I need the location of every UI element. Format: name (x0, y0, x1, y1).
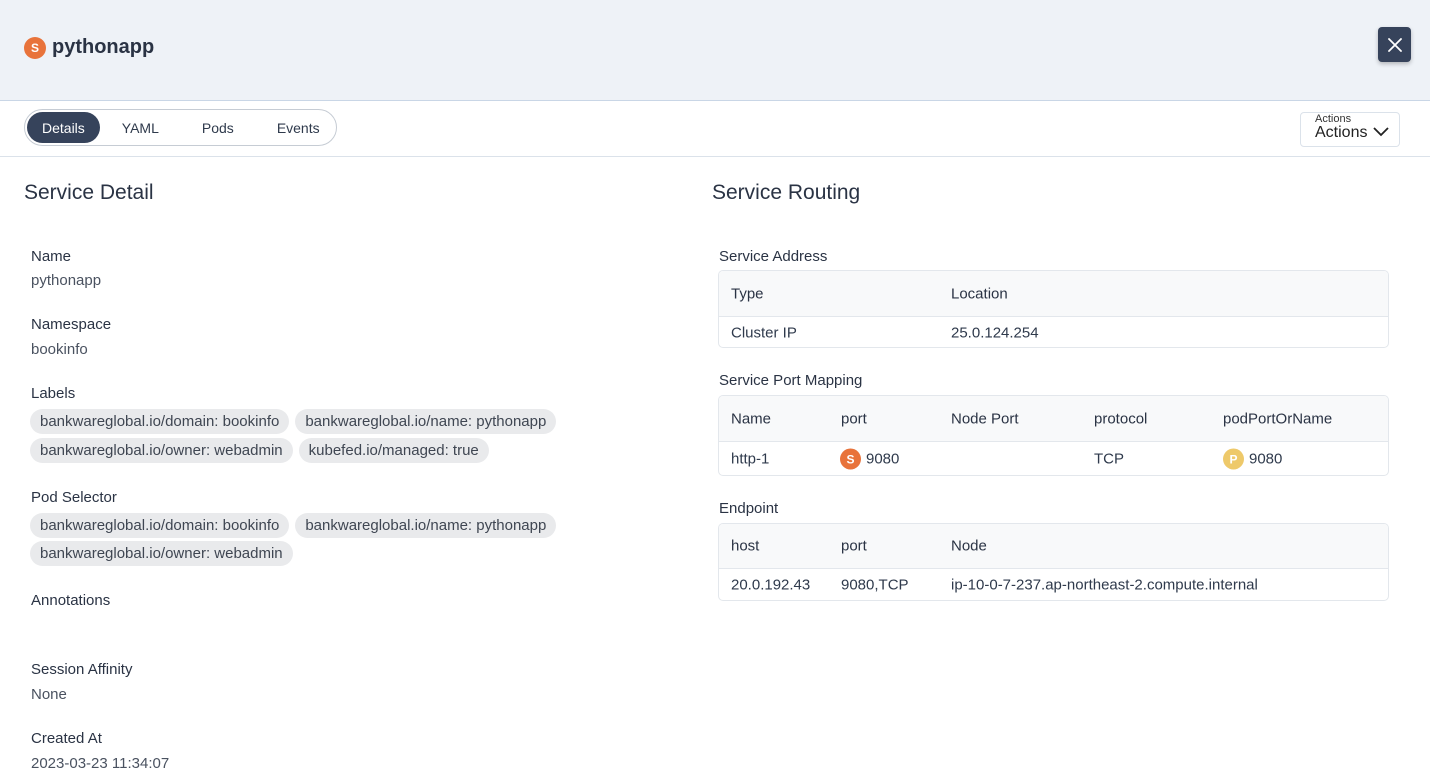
name-value: pythonapp (31, 272, 102, 289)
namespace-label: Namespace (31, 316, 112, 333)
service-kind-badge: S (24, 36, 46, 59)
label-chip: bankwareglobal.io/domain: bookinfo (30, 409, 290, 434)
endpoint-table: host port Node 20.0.192.43 9080,TCP ip-1… (718, 523, 1389, 601)
selector-chip: bankwareglobal.io/domain: bookinfo (30, 513, 290, 538)
service-address-title: Service Address (719, 248, 828, 265)
labels-row-2: bankwareglobal.io/owner: webadmin kubefe… (30, 438, 489, 463)
table-row: Cluster IP 25.0.124.254 (719, 317, 1388, 347)
label-chip: bankwareglobal.io/owner: webadmin (30, 438, 293, 463)
selector-chip: bankwareglobal.io/name: pythonapp (295, 513, 557, 538)
column-header: port (841, 537, 867, 555)
column-header: port (841, 410, 867, 427)
column-header: podPortOrName (1223, 410, 1333, 427)
created-at-label: Created At (31, 730, 102, 747)
pod-port-badge: P (1223, 448, 1244, 470)
tab-yaml[interactable]: YAML (100, 112, 181, 143)
created-at-value: 2023-03-23 11:34:07 (31, 755, 170, 772)
column-header: host (731, 537, 760, 555)
column-header: Location (951, 285, 1008, 302)
protocol-cell: TCP (1094, 450, 1124, 468)
column-header: Node (951, 537, 987, 555)
port-cell: S 9080 (840, 448, 900, 470)
table-cell: 25.0.124.254 (951, 324, 1039, 341)
port-mapping-title: Service Port Mapping (719, 372, 863, 389)
service-detail-title: Service Detail (24, 181, 154, 204)
endpoint-title: Endpoint (719, 500, 779, 517)
column-header: protocol (1094, 410, 1148, 427)
label-chip: kubefed.io/managed: true (298, 438, 489, 463)
tab-pods[interactable]: Pods (181, 112, 255, 143)
column-header: Node Port (951, 410, 1019, 427)
table-header: host port Node (719, 524, 1388, 569)
table-header: Type Location (719, 271, 1388, 317)
session-affinity-value: None (31, 686, 67, 703)
port-mapping-table: Name port Node Port protocol podPortOrNa… (718, 395, 1389, 476)
service-address-table: Type Location Cluster IP 25.0.124.254 (718, 270, 1389, 348)
label-chip: bankwareglobal.io/name: pythonapp (295, 409, 557, 434)
labels-label: Labels (31, 385, 76, 402)
table-row: http-1 S 9080 TCP P 9080 (719, 442, 1388, 475)
chevron-down-icon (1373, 127, 1389, 137)
selector-chip: bankwareglobal.io/owner: webadmin (30, 541, 293, 566)
page-header: S pythonapp (0, 0, 1430, 101)
tab-details[interactable]: Details (27, 112, 100, 143)
table-cell: Cluster IP (731, 324, 797, 341)
actions-selected-value: Actions (1315, 124, 1368, 141)
column-header: Type (731, 285, 764, 302)
pod-port-cell: P 9080 (1223, 448, 1283, 470)
page-title: pythonapp (52, 36, 155, 58)
tab-events[interactable]: Events (255, 112, 334, 143)
pod-selector-row-2: bankwareglobal.io/owner: webadmin (30, 541, 293, 566)
tab-group: Details YAML Pods Events (24, 109, 337, 146)
pod-selector-row-1: bankwareglobal.io/domain: bookinfo bankw… (30, 513, 557, 538)
table-cell: ip-10-0-7-237.ap-northeast-2.compute.int… (951, 576, 1258, 594)
namespace-value: bookinfo (31, 341, 88, 358)
service-port-badge: S (840, 448, 861, 470)
close-icon (1387, 37, 1402, 52)
table-row: 20.0.192.43 9080,TCP ip-10-0-7-237.ap-no… (719, 569, 1388, 600)
pod-selector-label: Pod Selector (31, 489, 117, 506)
port-value: 9080 (866, 450, 900, 468)
session-affinity-label: Session Affinity (31, 661, 133, 678)
table-cell: http-1 (731, 450, 770, 468)
tab-bar: Details YAML Pods Events Actions Actions (0, 101, 1430, 157)
title-group: S pythonapp (24, 36, 154, 59)
table-cell: 9080,TCP (841, 576, 909, 594)
service-routing-title: Service Routing (712, 181, 861, 204)
pod-port-value: 9080 (1249, 450, 1283, 468)
table-cell: 20.0.192.43 (731, 576, 811, 594)
annotations-label: Annotations (31, 592, 111, 609)
table-header: Name port Node Port protocol podPortOrNa… (719, 396, 1388, 442)
actions-dropdown[interactable]: Actions Actions (1300, 112, 1400, 147)
name-label: Name (31, 248, 72, 265)
labels-row-1: bankwareglobal.io/domain: bookinfo bankw… (30, 409, 557, 434)
column-header: Name (731, 410, 772, 427)
close-button[interactable] (1378, 27, 1411, 62)
